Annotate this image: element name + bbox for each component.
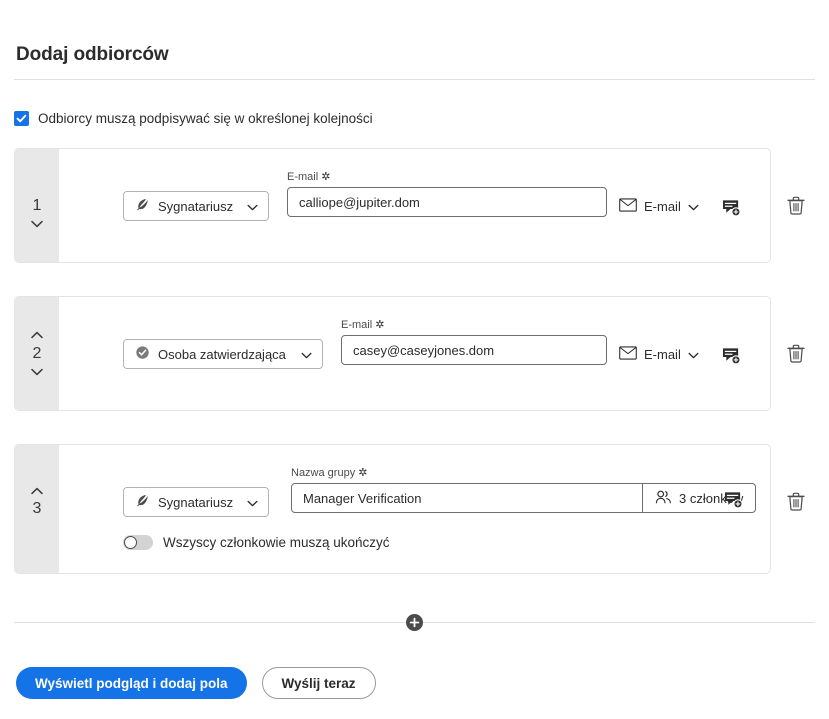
chevron-down-icon [688,347,699,362]
recipient-index: 3 [32,500,42,517]
delete-recipient-button[interactable] [783,488,809,514]
recipient-role-picker[interactable]: Sygnatariusz [123,191,269,221]
header-divider [14,79,815,80]
recipient-role-picker[interactable]: Osoba zatwierdzająca [123,339,323,369]
move-up-icon[interactable] [29,329,45,342]
chevron-down-icon [247,495,258,510]
signing-order-checkbox[interactable] [14,111,29,126]
all-members-toggle[interactable] [123,535,153,550]
recipient-body: Osoba zatwierdzająca E-mail ✲ casey@case… [59,297,770,410]
recipient-email-input[interactable]: calliope@jupiter.dom [287,187,607,217]
delivery-method-picker[interactable]: E-mail [619,339,699,369]
move-down-icon[interactable] [29,366,45,379]
recipient-email-group: E-mail ✲ casey@caseyjones.dom [341,318,607,365]
footer-actions: Wyświetl podgląd i dodaj pola Wyślij ter… [16,667,376,699]
group-name-group: Nazwa grupy ✲ Manager Verification 3 czł… [291,466,757,513]
chevron-down-icon [247,199,258,214]
move-down-icon[interactable] [29,218,45,231]
recipient-order-rail: 3 [15,445,59,573]
signature-pen-icon [135,493,150,511]
recipient-email-input[interactable]: casey@caseyjones.dom [341,335,607,365]
signature-pen-icon [135,197,150,215]
delete-recipient-button[interactable] [783,192,809,218]
recipient-index: 2 [32,344,42,362]
toggle-knob [124,536,137,549]
required-marker: ✲ [358,467,368,479]
recipient-actions [720,487,746,513]
required-marker: ✲ [321,171,331,183]
envelope-icon [619,345,637,363]
add-recipients-page: Dodaj odbiorców Odbiorcy muszą podpisywa… [0,0,829,719]
group-name-field-wrap: Manager Verification 3 członków [291,483,757,513]
recipient-order-rail: 2 [15,297,59,410]
recipient-email-label: E-mail ✲ [287,171,331,183]
add-private-message-icon[interactable] [719,343,745,369]
move-up-icon[interactable] [29,484,45,497]
send-now-button[interactable]: Wyślij teraz [261,667,376,699]
delivery-method-picker[interactable]: E-mail [619,191,699,221]
recipient-row: 1 Sygnatariusz E-mail ✲ calliope@jupiter… [14,148,771,263]
recipient-index: 1 [32,196,42,214]
plus-circle-icon[interactable] [406,614,423,631]
delivery-method-label: E-mail [644,346,681,362]
group-name-input[interactable]: Manager Verification [291,483,643,513]
recipient-role-label: Sygnatariusz [158,198,234,214]
recipient-row: 3 Sygnatariusz Nazwa grupy ✲ Manager Ver… [14,444,771,574]
recipient-order-rail: 1 [15,149,59,262]
preview-and-add-fields-button[interactable]: Wyświetl podgląd i dodaj pola [16,667,247,699]
recipient-role-picker[interactable]: Sygnatariusz [123,487,269,517]
all-members-toggle-row[interactable]: Wszyscy członkowie muszą ukończyć [123,535,390,550]
add-private-message-icon[interactable] [720,487,746,513]
recipient-role-group: Osoba zatwierdzająca [123,339,323,369]
recipient-role-group: Sygnatariusz [123,487,269,517]
group-people-icon [655,490,672,507]
chevron-down-icon [688,199,699,214]
rail-spacer [29,521,45,534]
recipient-email-label: E-mail ✲ [341,319,385,331]
add-recipient-divider [14,614,829,631]
envelope-icon [619,197,637,215]
delivery-method-label: E-mail [644,198,681,214]
recipient-role-group: Sygnatariusz [123,191,269,221]
recipient-body: Sygnatariusz E-mail ✲ calliope@jupiter.d… [59,149,770,262]
recipient-actions: E-mail [619,191,745,221]
required-marker: ✲ [375,319,385,331]
signing-order-row[interactable]: Odbiorcy muszą podpisywać się w określon… [14,111,373,126]
add-private-message-icon[interactable] [719,195,745,221]
signing-order-label: Odbiorcy muszą podpisywać się w określon… [38,111,373,126]
recipient-role-label: Sygnatariusz [158,494,234,510]
rail-spacer [29,181,45,194]
all-members-toggle-label: Wszyscy członkowie muszą ukończyć [163,535,390,550]
recipient-role-label: Osoba zatwierdzająca [158,346,286,362]
recipient-row: 2 Osoba zatwierdzająca E-mail ✲ casey@ca… [14,296,771,411]
page-title: Dodaj odbiorców [16,44,169,65]
check-circle-icon [135,345,150,363]
group-name-label: Nazwa grupy ✲ [291,467,368,479]
recipient-email-group: E-mail ✲ calliope@jupiter.dom [287,170,607,217]
recipient-actions: E-mail [619,339,745,369]
delete-recipient-button[interactable] [783,340,809,366]
recipient-body: Sygnatariusz Nazwa grupy ✲ Manager Verif… [59,445,770,573]
chevron-down-icon [301,347,312,362]
